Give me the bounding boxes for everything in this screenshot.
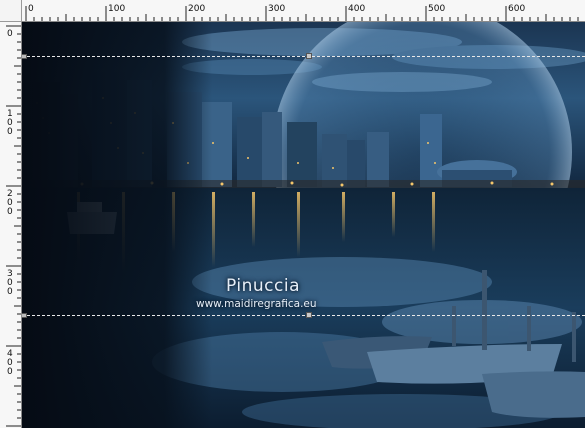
ruler-label: 200 <box>7 189 13 217</box>
ruler-label: 300 <box>268 4 285 14</box>
vertical-ruler-ticks: 0 1 0 0 2 0 0 3 0 0 4 0 0 <box>6 25 21 427</box>
guide-anchor-top[interactable] <box>22 54 27 59</box>
ruler-label: 600 <box>508 4 525 14</box>
ruler-label: 0 <box>7 29 13 39</box>
vertical-ruler[interactable]: 0 100 200 300 400 <box>0 22 22 428</box>
horizontal-ruler[interactable]: 0 100 200 300 400 500 600 <box>22 0 585 22</box>
watermark-url: www.maidiregrafica.eu <box>196 298 317 310</box>
guide-handle-bottom[interactable] <box>306 312 312 318</box>
guide-line-top[interactable] <box>22 56 585 57</box>
ruler-label: 200 <box>188 4 205 14</box>
ruler-label: 400 <box>348 4 365 14</box>
image-canvas[interactable]: Pinuccia www.maidiregrafica.eu <box>22 22 585 428</box>
ruler-label: 400 <box>7 349 13 377</box>
ruler-label: 100 <box>7 109 13 137</box>
ruler-label: 100 <box>108 4 125 14</box>
ruler-label: 0 <box>28 4 34 14</box>
ruler-label: 300 <box>7 269 13 297</box>
ruler-label: 500 <box>428 4 445 14</box>
guide-line-bottom[interactable] <box>22 315 585 316</box>
left-vignette <box>22 22 212 428</box>
guide-anchor-bottom[interactable] <box>22 313 27 318</box>
watermark-name: Pinuccia <box>226 276 300 296</box>
ruler-corner <box>0 0 22 22</box>
canvas-artwork <box>22 22 585 428</box>
horizontal-ruler-ticks: 0 100 200 300 400 500 600 <box>25 4 579 21</box>
guide-handle-top[interactable] <box>306 53 312 59</box>
